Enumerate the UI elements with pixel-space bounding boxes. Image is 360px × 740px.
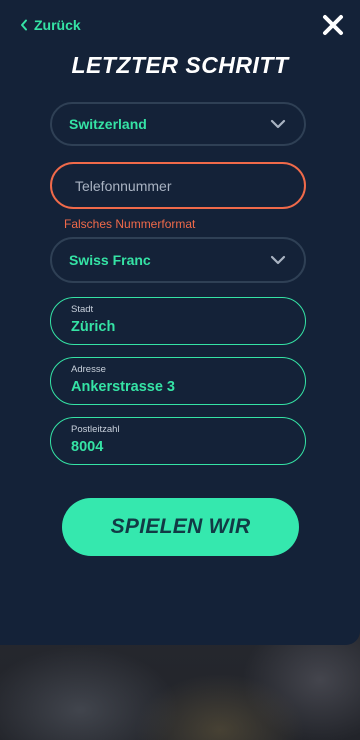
phone-error-text: Falsches Nummerformat — [64, 217, 196, 231]
chevron-down-icon — [270, 252, 286, 268]
close-button[interactable] — [322, 14, 344, 36]
zip-value: 8004 — [71, 439, 104, 455]
back-label: Zurück — [34, 17, 81, 33]
back-link[interactable]: Zurück — [20, 16, 81, 34]
address-field[interactable]: Adresse Ankerstrasse 3 — [50, 357, 306, 405]
country-select[interactable]: Switzerland — [50, 102, 306, 146]
address-value: Ankerstrasse 3 — [71, 379, 175, 395]
city-label: Stadt — [71, 304, 94, 315]
country-value: Switzerland — [69, 116, 147, 132]
city-value: Zürich — [71, 319, 116, 335]
registration-modal: Zurück LETZTER SCHRITT Switzerland Falsc… — [0, 0, 360, 645]
city-field[interactable]: Stadt Zürich — [50, 297, 306, 345]
submit-button[interactable]: SPIELEN WIR — [62, 498, 299, 556]
phone-input[interactable] — [73, 176, 283, 195]
page-title: LETZTER SCHRITT — [71, 52, 289, 78]
zip-label: Postleitzahl — [71, 424, 120, 435]
currency-select[interactable]: Swiss Franc — [50, 237, 306, 283]
chevron-left-icon — [20, 19, 28, 31]
close-icon — [322, 15, 344, 40]
chevron-down-icon — [270, 116, 286, 132]
phone-field[interactable] — [50, 162, 306, 209]
currency-value: Swiss Franc — [69, 252, 151, 268]
zip-field[interactable]: Postleitzahl 8004 — [50, 417, 306, 465]
address-label: Adresse — [71, 364, 106, 375]
